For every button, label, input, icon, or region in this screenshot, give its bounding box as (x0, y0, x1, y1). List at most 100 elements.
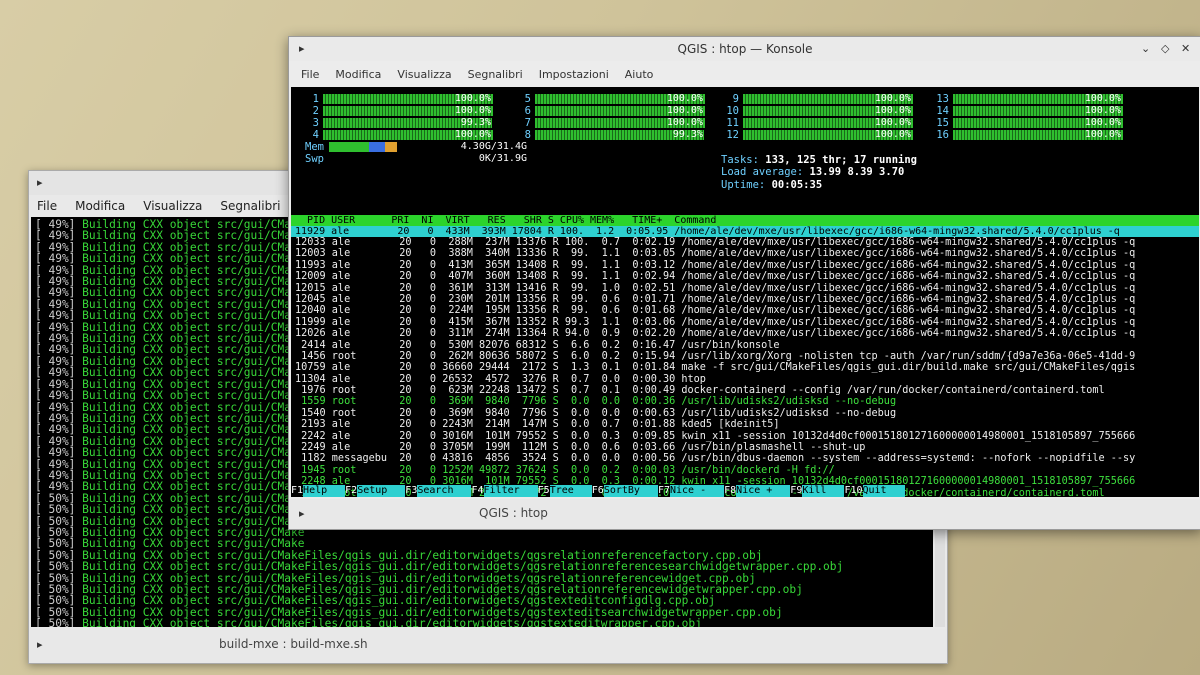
fkey-f7[interactable]: F7 (658, 485, 670, 497)
cpu-meter-percent: 100.0% (666, 105, 703, 116)
cpu-meter-percent: 100.0% (666, 117, 703, 128)
process-row[interactable]: 11993 ale 20 0 413M 365M 13408 R 99. 1.1… (291, 260, 1199, 271)
cpu-meter-bar: 100.0% (953, 105, 1123, 116)
process-row[interactable]: 2242 ale 20 0 3016M 101M 79552 S 0.0 0.3… (291, 431, 1199, 442)
fkey-label[interactable]: Search (417, 485, 472, 497)
window-title: QGIS : htop — Konsole (677, 42, 813, 56)
process-row[interactable]: 2414 ale 20 0 530M 82076 68312 S 6.6 0.2… (291, 340, 1199, 351)
cpu-meter: 8 99.3% (517, 129, 705, 141)
fkey-label[interactable]: Nice + (736, 485, 791, 497)
cpu-meter-percent: 100.0% (874, 105, 911, 116)
process-row[interactable]: 11304 ale 20 0 26532 4572 3276 R 0.7 0.0… (291, 374, 1199, 385)
front-menu-aiuto[interactable]: Aiuto (625, 68, 654, 81)
process-row[interactable]: 1182 messagebu 20 0 43816 4856 3524 S 0.… (291, 453, 1199, 464)
process-row[interactable]: 1559 root 20 0 369M 9840 7796 S 0.0 0.0 … (291, 396, 1199, 407)
htop-konsole-window[interactable]: ▸ QGIS : htop — Konsole ⌄ ◇ ✕ File Modifi… (288, 36, 1200, 530)
fkey-label[interactable]: Help (303, 485, 346, 497)
cpu-meter: 12 100.0% (725, 129, 913, 141)
minimize-icon[interactable]: ⌄ (1141, 43, 1153, 55)
process-row[interactable]: 12026 ale 20 0 311M 274M 13364 R 94.0 0.… (291, 328, 1199, 339)
process-table-header[interactable]: PID USER PRI NI VIRT RES SHR S CPU% MEM%… (291, 215, 1199, 226)
fkey-f1[interactable]: F1 (291, 485, 303, 497)
process-row[interactable]: 12045 ale 20 0 230M 201M 13356 R 99. 0.6… (291, 294, 1199, 305)
process-row[interactable]: 2249 ale 20 0 3705M 199M 112M S 0.0 0.6 … (291, 442, 1199, 453)
tab-icon[interactable]: ▸ (37, 639, 49, 651)
front-menu-visualizza[interactable]: Visualizza (397, 68, 451, 81)
cpu-meter-label: 5 (524, 93, 531, 105)
mem-label: Mem (305, 141, 324, 153)
front-menu-segnalibri[interactable]: Segnalibri (468, 68, 523, 81)
cpu-meter-bar: 99.3% (535, 129, 705, 140)
fkey-f10[interactable]: F10 (844, 485, 862, 497)
process-row[interactable]: 1976 root 20 0 623M 22248 13472 S 0.7 0.… (291, 385, 1199, 396)
fkey-label[interactable]: Kill (802, 485, 845, 497)
cpu-meter-bar: 100.0% (743, 93, 913, 104)
process-row[interactable]: 12033 ale 20 0 288M 237M 13376 R 100. 0.… (291, 237, 1199, 248)
fkey-label[interactable]: SortBy (603, 485, 658, 497)
cpu-meters-col-1: 1 100.0% 2 100.0% 3 99.3% 4 100.0% (305, 93, 493, 141)
front-menu-modifica[interactable]: Modifica (335, 68, 381, 81)
fkey-label[interactable]: Quit (862, 485, 905, 497)
tasks-label: Tasks: (721, 153, 766, 166)
back-menu-segnalibri[interactable]: Segnalibri (220, 199, 280, 213)
fkey-label[interactable]: Setup (357, 485, 406, 497)
cpu-meter-percent: 100.0% (454, 105, 491, 116)
back-menu-visualizza[interactable]: Visualizza (143, 199, 202, 213)
cpu-meter-label: 2 (312, 105, 319, 117)
cpu-meters-col-4: 13 100.0% 14 100.0% 15 100.0% 16 100.0% (935, 93, 1123, 141)
cpu-meter-label: 8 (524, 129, 531, 141)
process-row[interactable]: 1540 root 20 0 369M 9840 7796 S 0.0 0.0 … (291, 408, 1199, 419)
process-list[interactable]: 12033 ale 20 0 288M 237M 13376 R 100. 0.… (291, 237, 1199, 497)
process-row[interactable]: 12003 ale 20 0 388M 340M 13336 R 99. 1.1… (291, 248, 1199, 259)
cpu-meter-percent: 100.0% (1084, 117, 1121, 128)
cpu-meter: 1 100.0% (305, 93, 493, 105)
fkey-f5[interactable]: F5 (538, 485, 550, 497)
process-row[interactable]: 12040 ale 20 0 224M 195M 13356 R 99. 0.6… (291, 305, 1199, 316)
back-menu-file[interactable]: File (37, 199, 57, 213)
cpu-meter: 11 100.0% (725, 117, 913, 129)
cpu-meter-label: 3 (312, 117, 319, 129)
front-window-titlebar[interactable]: ▸ QGIS : htop — Konsole ⌄ ◇ ✕ (289, 37, 1200, 61)
maximize-icon[interactable]: ◇ (1161, 43, 1173, 55)
selected-process-row[interactable]: 11929 ale 20 0 433M 393M 17804 R 100. 1.… (291, 226, 1199, 237)
tab-icon[interactable]: ▸ (299, 508, 311, 520)
cpu-meter-bar: 100.0% (535, 117, 705, 128)
fkey-f6[interactable]: F6 (592, 485, 604, 497)
back-menu-modifica[interactable]: Modifica (75, 199, 125, 213)
cpu-meter-label: 12 (726, 129, 739, 141)
process-row[interactable]: 2193 ale 20 0 2243M 214M 147M S 0.0 0.7 … (291, 419, 1199, 430)
back-tab-title[interactable]: build-mxe : build-mxe.sh (219, 637, 368, 651)
cpu-meter-label: 9 (732, 93, 739, 105)
fkey-f3[interactable]: F3 (405, 485, 417, 497)
terminal-menu-icon[interactable]: ▸ (37, 177, 49, 189)
fkey-f4[interactable]: F4 (471, 485, 483, 497)
cpu-meter: 2 100.0% (305, 105, 493, 117)
process-row[interactable]: 12015 ale 20 0 361M 313M 13416 R 99. 1.0… (291, 283, 1199, 294)
process-row[interactable]: 12009 ale 20 0 407M 360M 13408 R 99. 1.1… (291, 271, 1199, 282)
front-menu-impostazioni[interactable]: Impostazioni (539, 68, 609, 81)
front-menu-file[interactable]: File (301, 68, 319, 81)
cpu-meter-label: 15 (936, 117, 949, 129)
fkey-f8[interactable]: F8 (724, 485, 736, 497)
close-icon[interactable]: ✕ (1181, 43, 1193, 55)
process-row[interactable]: 1945 root 20 0 1252M 49872 37624 S 0.0 0… (291, 465, 1199, 476)
htop-screen[interactable]: 1 100.0% 2 100.0% 3 99.3% 4 100.0% 5 100.0% 6 100.… (291, 87, 1199, 497)
process-row[interactable]: 11999 ale 20 0 415M 367M 13352 R 99.3 1.… (291, 317, 1199, 328)
fkey-label[interactable]: Nice - (670, 485, 725, 497)
cpu-meter-bar: 100.0% (323, 129, 493, 140)
fkey-label[interactable]: Tree (549, 485, 592, 497)
cpu-meter: 5 100.0% (517, 93, 705, 105)
process-row[interactable]: 10759 ale 20 0 36660 29444 2172 S 1.3 0.… (291, 362, 1199, 373)
process-row[interactable]: 1456 root 20 0 262M 80636 58072 S 6.0 0.… (291, 351, 1199, 362)
cpu-meter: 6 100.0% (517, 105, 705, 117)
fkey-f2[interactable]: F2 (345, 485, 357, 497)
cpu-meter-bar: 100.0% (953, 117, 1123, 128)
cpu-meter-percent: 100.0% (454, 93, 491, 104)
cpu-meter-percent: 100.0% (1084, 129, 1121, 140)
front-tab-title[interactable]: QGIS : htop (479, 506, 548, 520)
cpu-meter-percent: 100.0% (454, 129, 491, 140)
cpu-meter-percent: 99.3% (460, 117, 491, 128)
fkey-f9[interactable]: F9 (790, 485, 802, 497)
cpu-meter-label: 7 (524, 117, 531, 129)
fkey-label[interactable]: Filter (483, 485, 538, 497)
